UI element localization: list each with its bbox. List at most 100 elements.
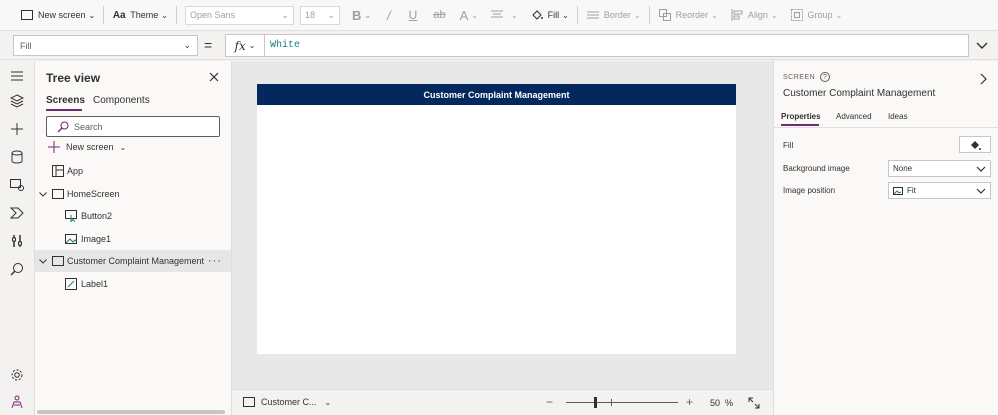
formula-bar: Fill ⌄ = fx ⌄ White bbox=[0, 31, 998, 60]
chevron-down-icon: ⌄ bbox=[633, 10, 641, 20]
chevron-down-icon[interactable] bbox=[38, 258, 48, 264]
chevron-down-icon: ⌄ bbox=[364, 10, 372, 20]
theme-label: Theme bbox=[130, 10, 159, 20]
insert-icon[interactable] bbox=[9, 121, 25, 137]
chevron-right-icon[interactable] bbox=[977, 72, 989, 86]
tree-item-button2[interactable]: Button2 bbox=[35, 205, 231, 227]
data-icon[interactable] bbox=[9, 149, 25, 165]
group-label: Group bbox=[807, 10, 833, 20]
button-control-icon bbox=[64, 210, 77, 223]
power-automate-icon[interactable] bbox=[9, 205, 25, 221]
tab-screens[interactable]: Screens bbox=[46, 95, 85, 106]
fx-button[interactable]: fx ⌄ bbox=[225, 34, 265, 57]
zoom-slider-track[interactable] bbox=[566, 402, 678, 403]
property-value: Fill bbox=[20, 40, 32, 51]
screen-icon bbox=[51, 255, 64, 268]
ribbon: New screen ⌄ Aa Theme ⌄ Open Sans ⌄ 18 ⌄… bbox=[0, 0, 998, 31]
font-name-dropdown[interactable]: Open Sans ⌄ bbox=[184, 5, 294, 25]
tree-view-pane: Tree view Screens Components Search New … bbox=[35, 61, 232, 415]
italic-button[interactable]: / bbox=[377, 0, 401, 31]
align-button[interactable]: Align ⌄ bbox=[724, 0, 784, 31]
fill-color-picker[interactable] bbox=[959, 136, 991, 153]
properties-panel: SCREEN ? Customer Complaint Management P… bbox=[773, 61, 998, 415]
font-color-icon: A bbox=[459, 7, 469, 23]
tree-item-homescreen[interactable]: HomeScreen bbox=[35, 183, 231, 205]
virtual-agent-icon[interactable] bbox=[9, 394, 25, 410]
tab-ideas[interactable]: Ideas bbox=[888, 112, 908, 121]
screen-icon bbox=[20, 8, 34, 22]
tab-components[interactable]: Components bbox=[93, 95, 150, 106]
tree-item-customer-complaint-management[interactable]: Customer Complaint Management ··· bbox=[35, 250, 231, 272]
expand-formula-button[interactable] bbox=[972, 37, 992, 55]
align-icon bbox=[730, 8, 744, 22]
image-icon bbox=[893, 186, 903, 195]
equals-sign: = bbox=[204, 37, 213, 53]
underline-button[interactable]: U bbox=[401, 0, 426, 31]
chevron-down-icon: ⌄ bbox=[119, 142, 127, 152]
more-options-icon[interactable]: ··· bbox=[208, 255, 222, 267]
bold-button[interactable]: B ⌄ bbox=[346, 0, 377, 31]
chevron-down-icon: ⌄ bbox=[161, 10, 168, 20]
chevron-down-icon: ⌄ bbox=[248, 41, 256, 50]
chevron-down-icon: ⌄ bbox=[327, 9, 335, 20]
reorder-label: Reorder bbox=[675, 10, 709, 20]
fill-property-label: Fill bbox=[783, 141, 794, 150]
zoom-value: 50 bbox=[710, 398, 721, 408]
ribbon-divider bbox=[648, 6, 650, 24]
tree-item-app[interactable]: App bbox=[35, 160, 231, 182]
reorder-button[interactable]: Reorder ⌄ bbox=[652, 0, 724, 31]
panel-divider bbox=[774, 127, 998, 128]
fit-to-window-icon[interactable] bbox=[747, 396, 761, 410]
active-tab-indicator bbox=[781, 124, 819, 126]
text-align-button[interactable]: ⌄ bbox=[484, 0, 524, 31]
media-icon[interactable] bbox=[9, 177, 25, 193]
app-screen[interactable]: Customer Complaint Management bbox=[257, 84, 736, 354]
search-icon[interactable] bbox=[9, 261, 25, 277]
new-screen-button[interactable]: New screen ⌄ bbox=[0, 0, 101, 31]
active-tab-indicator bbox=[46, 109, 82, 111]
align-label: Align bbox=[747, 10, 768, 20]
chevron-down-icon[interactable] bbox=[38, 191, 48, 197]
font-color-button[interactable]: A ⌄ bbox=[454, 0, 484, 31]
chevron-down-icon bbox=[976, 188, 986, 194]
tab-properties[interactable]: Properties bbox=[781, 112, 821, 121]
current-screen-name: Customer C... bbox=[261, 397, 317, 407]
chevron-down-icon: ⌄ bbox=[471, 10, 478, 20]
selected-control-name: Customer Complaint Management bbox=[783, 88, 936, 99]
zoom-out-button[interactable]: − bbox=[546, 395, 553, 409]
image-position-label: Image position bbox=[783, 186, 836, 195]
theme-button[interactable]: Aa Theme ⌄ bbox=[106, 0, 174, 31]
tree-item-label1[interactable]: Label1 bbox=[35, 273, 231, 295]
tree-new-screen-button[interactable]: New screen ⌄ bbox=[48, 141, 126, 153]
zoom-in-button[interactable]: + bbox=[686, 395, 693, 409]
fill-button[interactable]: Fill ⌄ bbox=[524, 0, 575, 31]
new-screen-label: New screen bbox=[38, 10, 86, 20]
hamburger-menu-icon[interactable] bbox=[9, 68, 25, 84]
tree-item-image1[interactable]: Image1 bbox=[35, 228, 231, 250]
close-icon[interactable] bbox=[207, 70, 221, 84]
property-dropdown[interactable]: Fill ⌄ bbox=[13, 35, 198, 56]
screen-header-label[interactable]: Customer Complaint Management bbox=[257, 84, 736, 105]
strikethrough-button[interactable]: ab bbox=[425, 0, 453, 31]
background-image-dropdown[interactable]: None bbox=[888, 160, 991, 177]
tab-advanced[interactable]: Advanced bbox=[836, 112, 872, 121]
horizontal-scrollbar[interactable] bbox=[37, 410, 225, 414]
settings-icon[interactable] bbox=[9, 367, 25, 383]
image-position-dropdown[interactable]: Fit bbox=[888, 182, 991, 199]
tree-view-icon[interactable] bbox=[9, 93, 25, 109]
new-screen-label: New screen bbox=[66, 142, 114, 152]
background-image-value: None bbox=[893, 164, 913, 173]
zoom-slider-thumb[interactable] bbox=[594, 397, 597, 408]
screen-selector[interactable]: Customer C... ⌄ bbox=[243, 397, 331, 407]
zoom-slider-tick bbox=[611, 399, 612, 406]
search-icon bbox=[57, 121, 69, 132]
help-icon[interactable]: ? bbox=[820, 72, 831, 82]
group-button[interactable]: Group ⌄ bbox=[784, 0, 849, 31]
advanced-tools-icon[interactable] bbox=[9, 233, 25, 249]
formula-input[interactable]: White bbox=[265, 34, 969, 57]
font-size-dropdown[interactable]: 18 ⌄ bbox=[299, 5, 340, 25]
app-icon bbox=[51, 165, 64, 178]
border-button[interactable]: Border ⌄ bbox=[580, 0, 647, 31]
tree-search-input[interactable]: Search bbox=[46, 116, 220, 137]
tree-item-label: App bbox=[67, 166, 84, 176]
